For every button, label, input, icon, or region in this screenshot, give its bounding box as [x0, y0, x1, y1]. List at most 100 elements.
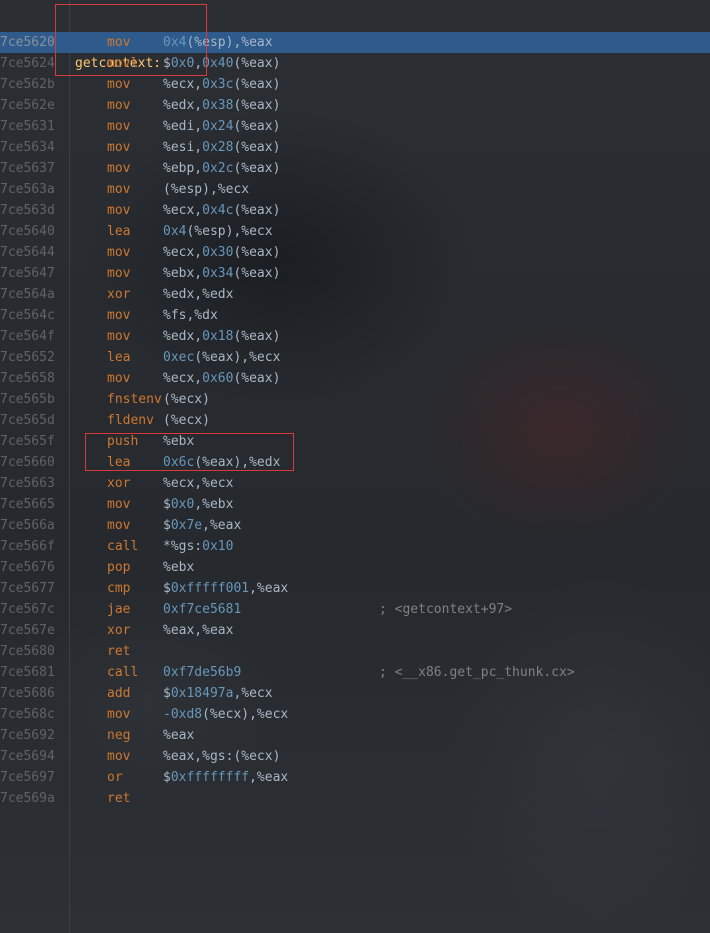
- address-gutter: 7ce5634: [0, 140, 55, 155]
- operand-text: $: [163, 770, 171, 785]
- instruction-operands: 0xf7de56b9: [163, 662, 241, 683]
- operand-text: $: [163, 56, 171, 71]
- instruction-operands: %ecx,0x60(%eax): [163, 368, 280, 389]
- instruction-operands: %ecx,0x3c(%eax): [163, 74, 280, 95]
- instruction-operands: 0xec(%eax),%ecx: [163, 347, 280, 368]
- instruction-line[interactable]: 7ce5631 mov %edi,0x24(%eax): [0, 116, 710, 137]
- instruction-line[interactable]: 7ce5694 mov %eax,%gs:(%ecx): [0, 746, 710, 767]
- numeric-literal: 0x10: [202, 539, 234, 554]
- numeric-literal: 0x30: [202, 245, 234, 260]
- instruction-mnemonic: mov: [107, 329, 131, 344]
- instruction-operands: $0x0,%ebx: [163, 494, 233, 515]
- operand-text: $: [163, 686, 171, 701]
- instruction-operands: %ecx,0x4c(%eax): [163, 200, 280, 221]
- instruction-mnemonic: cmp: [107, 581, 131, 596]
- instruction-operands: $0x18497a,%ecx: [163, 683, 273, 704]
- operand-text: (%eax): [233, 245, 281, 260]
- instruction-line[interactable]: 7ce562e mov %edx,0x38(%eax): [0, 95, 710, 116]
- instruction-line[interactable]: 7ce5620 mov 0x4(%esp),%eax: [0, 32, 710, 53]
- address-gutter: 7ce564a: [0, 287, 55, 302]
- instruction-operands: (%ecx): [163, 389, 210, 410]
- instruction-line[interactable]: 7ce566a mov $0x7e,%eax: [0, 515, 710, 536]
- instruction-line[interactable]: 7ce564f mov %edx,0x18(%eax): [0, 326, 710, 347]
- instruction-line[interactable]: 7ce5680 ret: [0, 641, 710, 662]
- instruction-operands: 0x4(%esp),%eax: [163, 32, 273, 53]
- instruction-line[interactable]: 7ce565b fnstenv (%ecx): [0, 389, 710, 410]
- instruction-line[interactable]: 7ce5692 neg %eax: [0, 725, 710, 746]
- instruction-operands: 0xf7ce5681: [163, 599, 241, 620]
- instruction-line[interactable]: 7ce5647 mov %ebx,0x34(%eax): [0, 263, 710, 284]
- numeric-literal: -0xd8: [163, 707, 203, 722]
- address-gutter: 7ce5697: [0, 770, 55, 785]
- address-gutter: 7ce562b: [0, 77, 55, 92]
- instruction-mnemonic: add: [107, 686, 131, 701]
- operand-text: %edx,%edx: [163, 287, 234, 302]
- instruction-mnemonic: push: [107, 434, 139, 449]
- instruction-line[interactable]: 7ce565f push %ebx: [0, 431, 710, 452]
- instruction-line[interactable]: 7ce5644 mov %ecx,0x30(%eax): [0, 242, 710, 263]
- instruction-line[interactable]: 7ce566f call *%gs:0x10: [0, 536, 710, 557]
- instruction-line[interactable]: 7ce5697 or $0xffffffff,%eax: [0, 767, 710, 788]
- numeric-literal: 0x60: [202, 371, 234, 386]
- instruction-line[interactable]: 7ce5677 cmp $0xfffff001,%eax: [0, 578, 710, 599]
- operand-text: %ebx: [163, 560, 195, 575]
- instruction-operands: (%esp),%ecx: [163, 179, 249, 200]
- instruction-line[interactable]: 7ce5658 mov %ecx,0x60(%eax): [0, 368, 710, 389]
- instruction-line[interactable]: 7ce5663 xor %ecx,%ecx: [0, 473, 710, 494]
- address-gutter: 7ce5647: [0, 266, 55, 281]
- instruction-line[interactable]: 7ce569a ret: [0, 788, 710, 809]
- numeric-literal: 0x4: [163, 35, 187, 50]
- instruction-line[interactable]: 7ce5637 mov %ebp,0x2c(%eax): [0, 158, 710, 179]
- numeric-literal: 0xec: [163, 350, 195, 365]
- instruction-line[interactable]: 7ce564a xor %edx,%edx: [0, 284, 710, 305]
- instruction-line[interactable]: 7ce563d mov %ecx,0x4c(%eax): [0, 200, 710, 221]
- operand-text: %edi,: [163, 119, 203, 134]
- instruction-mnemonic: mov: [107, 119, 131, 134]
- instruction-line[interactable]: 7ce565d fldenv (%ecx): [0, 410, 710, 431]
- instruction-line[interactable]: 7ce564c mov %fs,%dx: [0, 305, 710, 326]
- instruction-operands: %edi,0x24(%eax): [163, 116, 280, 137]
- instruction-line[interactable]: 7ce567c jae 0xf7ce5681 ; <getcontext+97>: [0, 599, 710, 620]
- instruction-line[interactable]: 7ce562b mov %ecx,0x3c(%eax): [0, 74, 710, 95]
- numeric-literal: 0xf7de56b9: [163, 665, 242, 680]
- instruction-operands: %ecx,0x30(%eax): [163, 242, 280, 263]
- address-gutter: 7ce5658: [0, 371, 55, 386]
- operand-text: (%eax): [233, 77, 281, 92]
- operand-text: (%eax): [233, 56, 281, 71]
- operand-text: (%esp),%ecx: [186, 224, 273, 239]
- instruction-mnemonic: mov: [107, 245, 131, 260]
- instruction-operands: %esi,0x28(%eax): [163, 137, 280, 158]
- operand-text: (%eax),%edx: [194, 455, 281, 470]
- instruction-operands: $0xffffffff,%eax: [163, 767, 288, 788]
- instruction-line[interactable]: 7ce5660 lea 0x6c(%eax),%edx: [0, 452, 710, 473]
- operand-text: ,%eax: [249, 770, 289, 785]
- instruction-line[interactable]: 7ce5686 add $0x18497a,%ecx: [0, 683, 710, 704]
- address-gutter: 7ce567e: [0, 623, 55, 638]
- address-gutter: 7ce565b: [0, 392, 55, 407]
- numeric-literal: 0xffffffff: [170, 770, 250, 785]
- instruction-line[interactable]: 7ce5634 mov %esi,0x28(%eax): [0, 137, 710, 158]
- instruction-operands: %eax,%eax: [163, 620, 233, 641]
- operand-text: $: [163, 518, 171, 533]
- address-gutter: 7ce5631: [0, 119, 55, 134]
- instruction-line[interactable]: 7ce5652 lea 0xec(%eax),%ecx: [0, 347, 710, 368]
- instruction-comment: ; <__x86.get_pc_thunk.cx>: [379, 665, 575, 680]
- instruction-mnemonic: xor: [107, 287, 131, 302]
- instruction-line[interactable]: 7ce5640 lea 0x4(%esp),%ecx: [0, 221, 710, 242]
- instruction-operands: %edx,%edx: [163, 284, 233, 305]
- instruction-operands: *%gs:0x10: [163, 536, 233, 557]
- address-gutter: 7ce5640: [0, 224, 55, 239]
- instruction-line[interactable]: 7ce5624 movl $0x0,0x40(%eax): [0, 53, 710, 74]
- instruction-line[interactable]: 7ce5681 call 0xf7de56b9 ; <__x86.get_pc_thu…: [0, 662, 710, 683]
- instruction-line[interactable]: 7ce568c mov -0xd8(%ecx),%ecx: [0, 704, 710, 725]
- instruction-line[interactable]: 7ce5676 pop %ebx: [0, 557, 710, 578]
- instruction-operands: %ebp,0x2c(%eax): [163, 158, 280, 179]
- instruction-mnemonic: mov: [107, 77, 131, 92]
- numeric-literal: 0x7e: [170, 518, 203, 533]
- instruction-operands: %ebx: [163, 557, 194, 578]
- instruction-line[interactable]: 7ce5665 mov $0x0,%ebx: [0, 494, 710, 515]
- instruction-comment: ; <getcontext+97>: [379, 602, 513, 617]
- instruction-mnemonic: mov: [107, 98, 131, 113]
- instruction-line[interactable]: 7ce567e xor %eax,%eax: [0, 620, 710, 641]
- instruction-line[interactable]: 7ce563a mov (%esp),%ecx: [0, 179, 710, 200]
